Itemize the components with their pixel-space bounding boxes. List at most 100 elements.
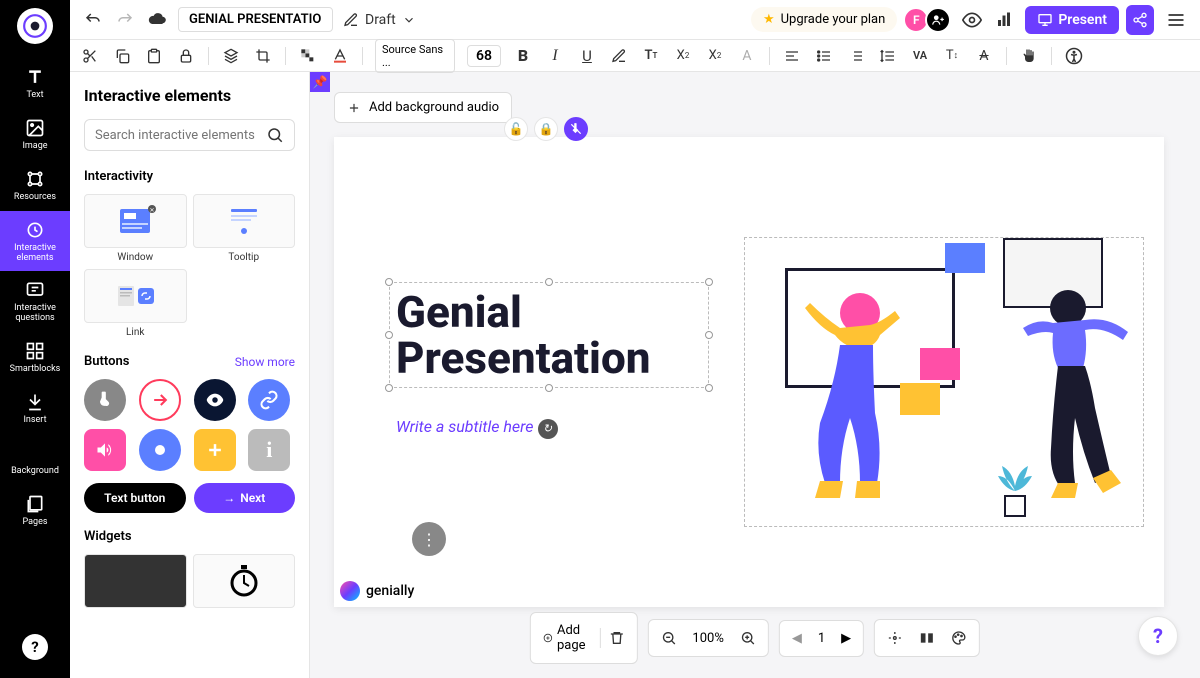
- nav-background[interactable]: Background: [0, 434, 70, 485]
- collaborators[interactable]: F: [907, 7, 951, 33]
- nav-pages[interactable]: Pages: [0, 485, 70, 536]
- widget-1[interactable]: [84, 554, 187, 608]
- prev-page-button[interactable]: ◀: [784, 625, 810, 652]
- list-number-icon[interactable]: [846, 46, 866, 66]
- accessibility-icon[interactable]: [1064, 46, 1084, 66]
- help-button[interactable]: ?: [22, 634, 48, 660]
- panel-title: Interactive elements: [84, 86, 295, 105]
- search-icon[interactable]: [266, 126, 284, 144]
- search-input[interactable]: [95, 128, 266, 143]
- title-text-box[interactable]: Genial Presentation: [389, 282, 709, 388]
- list-bullet-icon[interactable]: [814, 46, 834, 66]
- superscript-icon[interactable]: X2: [673, 46, 693, 66]
- crop-icon[interactable]: [253, 46, 273, 66]
- highlight-icon[interactable]: [609, 46, 629, 66]
- delete-page-button[interactable]: [600, 624, 632, 652]
- status-dropdown[interactable]: Draft: [343, 12, 416, 28]
- left-navbar: Text Image Resources Interactive element…: [0, 0, 70, 678]
- text-button-sample[interactable]: Text button: [84, 483, 186, 513]
- slide-subtitle[interactable]: Write a subtitle here↻: [396, 417, 558, 439]
- eye-icon[interactable]: [961, 9, 983, 31]
- button-info[interactable]: i: [248, 429, 290, 471]
- upgrade-plan-button[interactable]: ★Upgrade your plan: [751, 7, 897, 32]
- cloud-icon: [146, 9, 168, 31]
- nav-smartblocks[interactable]: Smartblocks: [0, 332, 70, 383]
- no-interact-button[interactable]: [564, 117, 588, 141]
- underline-icon[interactable]: U: [577, 46, 597, 66]
- lock-group-button[interactable]: 🔒: [534, 117, 558, 141]
- button-record[interactable]: [139, 429, 181, 471]
- next-page-button[interactable]: ▶: [833, 625, 859, 652]
- zoom-out-button[interactable]: [652, 624, 684, 652]
- button-link[interactable]: [248, 379, 290, 421]
- image-icon: [24, 117, 46, 139]
- button-sound[interactable]: [84, 429, 126, 471]
- button-plus[interactable]: [194, 429, 236, 471]
- smartblocks-icon: [24, 340, 46, 362]
- button-eye[interactable]: [194, 379, 236, 421]
- unlock-button[interactable]: 🔓: [504, 117, 528, 141]
- search-container: [84, 119, 295, 151]
- presentation-title-input[interactable]: [178, 7, 333, 32]
- cut-icon[interactable]: [80, 46, 100, 66]
- more-options-button[interactable]: ⋮: [412, 522, 446, 556]
- element-tooltip[interactable]: Tooltip: [193, 194, 296, 263]
- button-touch[interactable]: [84, 379, 126, 421]
- nav-resources[interactable]: Resources: [0, 160, 70, 211]
- page-number[interactable]: 1: [810, 625, 833, 652]
- italic-icon[interactable]: I: [545, 46, 565, 66]
- font-size-input[interactable]: [467, 45, 501, 67]
- widget-2[interactable]: [193, 554, 296, 608]
- fit-button[interactable]: [879, 624, 911, 652]
- share-button[interactable]: [1126, 5, 1154, 35]
- slide-title[interactable]: Genial Presentation: [396, 289, 702, 381]
- stats-icon[interactable]: [993, 9, 1015, 31]
- add-collaborator-button[interactable]: [925, 7, 951, 33]
- paste-icon[interactable]: [144, 46, 164, 66]
- logo[interactable]: [17, 8, 53, 44]
- subscript-icon[interactable]: X2: [705, 46, 725, 66]
- zoom-level[interactable]: 100%: [684, 625, 731, 652]
- text-color-icon[interactable]: [330, 46, 350, 66]
- menu-button[interactable]: [1164, 8, 1188, 32]
- nav-image[interactable]: Image: [0, 109, 70, 160]
- element-link[interactable]: Link: [84, 269, 187, 338]
- help-float-button[interactable]: ?: [1138, 616, 1178, 656]
- nav-text[interactable]: Text: [0, 58, 70, 109]
- undo-button[interactable]: [82, 9, 104, 31]
- grid-view-button[interactable]: [911, 624, 943, 652]
- next-button-sample[interactable]: →Next: [194, 483, 296, 513]
- line-height-icon[interactable]: [878, 46, 898, 66]
- palette-button[interactable]: [943, 624, 975, 652]
- illustration-group[interactable]: [744, 237, 1144, 527]
- font-family-select[interactable]: Source Sans ...: [375, 39, 455, 73]
- add-page-button[interactable]: Add page: [535, 617, 600, 659]
- vertical-align-icon[interactable]: VA: [910, 46, 930, 66]
- text-direction-icon[interactable]: T↕: [942, 46, 962, 66]
- clear-format-icon[interactable]: A: [737, 46, 757, 66]
- show-more-link[interactable]: Show more: [235, 355, 295, 369]
- clear-icon[interactable]: A: [974, 46, 994, 66]
- nav-interactive-questions[interactable]: Interactive questions: [0, 271, 70, 332]
- bold-icon[interactable]: B: [513, 46, 533, 66]
- element-window[interactable]: ✕ Window: [84, 194, 187, 263]
- hand-icon[interactable]: [1019, 46, 1039, 66]
- lock-icon[interactable]: [176, 46, 196, 66]
- bottom-bar: Add page 100% ◀ 1 ▶: [530, 612, 980, 664]
- add-audio-button[interactable]: Add background audio: [334, 92, 512, 123]
- button-arrow[interactable]: [139, 379, 181, 421]
- redo-button[interactable]: [114, 9, 136, 31]
- slide-canvas[interactable]: 🔓 🔒 Genial Presentation Write a subtitle…: [334, 137, 1164, 607]
- present-button[interactable]: Present: [1025, 6, 1119, 34]
- nav-insert[interactable]: Insert: [0, 383, 70, 434]
- nav-interactive-elements[interactable]: Interactive elements: [0, 211, 70, 272]
- copy-icon[interactable]: [112, 46, 132, 66]
- refresh-icon[interactable]: ↻: [538, 419, 558, 439]
- align-icon[interactable]: [782, 46, 802, 66]
- opacity-icon[interactable]: [298, 46, 318, 66]
- layers-icon[interactable]: [221, 46, 241, 66]
- zoom-in-button[interactable]: [732, 624, 764, 652]
- format-toolbar: Source Sans ... B I U TT X2 X2 A VA T↕ A: [70, 40, 1200, 72]
- text-size-icon[interactable]: TT: [641, 46, 661, 66]
- pin-icon[interactable]: 📌: [310, 72, 330, 92]
